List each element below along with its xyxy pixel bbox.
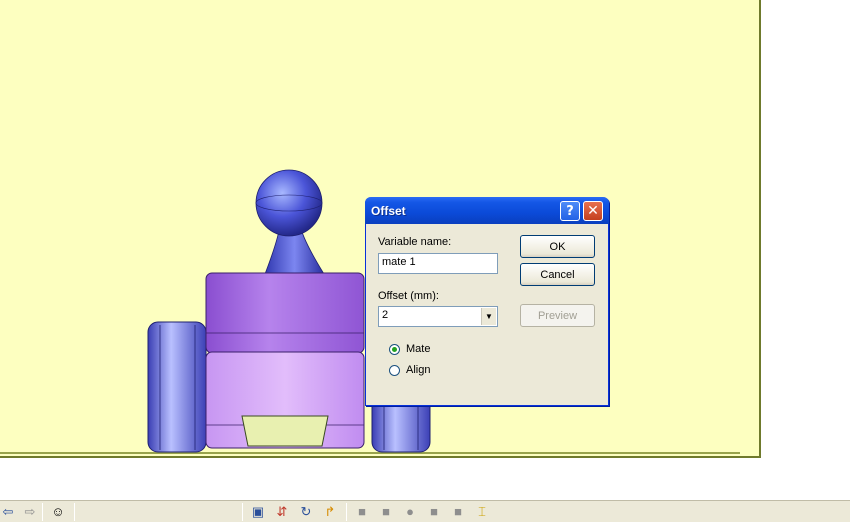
- back-arrow-icon[interactable]: ⇦: [0, 504, 16, 520]
- part-icon-2[interactable]: ■: [378, 504, 394, 520]
- radio-mate-label: Mate: [406, 343, 431, 355]
- front-plate[interactable]: [241, 415, 329, 447]
- help-icon: ?: [566, 203, 574, 219]
- ok-button[interactable]: OK: [520, 235, 595, 258]
- radio-align[interactable]: Align: [389, 364, 430, 376]
- left-wheel[interactable]: [147, 321, 207, 453]
- toolbar-separator: [346, 503, 347, 521]
- forward-arrow-icon[interactable]: ⇨: [22, 504, 38, 520]
- cancel-button[interactable]: Cancel: [520, 263, 595, 286]
- part-icon-3[interactable]: ●: [402, 504, 418, 520]
- preview-button-label: Preview: [537, 309, 578, 322]
- dialog-titlebar[interactable]: Offset ? ✕: [365, 197, 609, 224]
- part-icon-5[interactable]: ■: [450, 504, 466, 520]
- chevron-down-icon[interactable]: ▼: [481, 308, 496, 325]
- toolbar-separator: [42, 503, 43, 521]
- rotate-icon[interactable]: ↻: [298, 504, 314, 520]
- offset-label: Offset (mm):: [378, 290, 439, 302]
- offset-dialog: Offset ? ✕ Variable name: mate 1 Offset …: [365, 197, 609, 406]
- cancel-button-label: Cancel: [540, 268, 575, 281]
- radio-align-label: Align: [406, 364, 431, 376]
- close-button[interactable]: ✕: [583, 201, 603, 221]
- variable-name-value: mate 1: [382, 256, 416, 268]
- variable-name-label: Variable name:: [378, 236, 452, 248]
- part-icon-6[interactable]: ⌶: [474, 504, 490, 520]
- radio-mate-indicator[interactable]: [389, 343, 400, 355]
- part-icon-4[interactable]: ■: [426, 504, 442, 520]
- pawn-ball[interactable]: [255, 169, 323, 237]
- close-icon: ✕: [587, 203, 599, 219]
- variable-name-input[interactable]: mate 1: [378, 253, 498, 274]
- help-button[interactable]: ?: [560, 201, 580, 221]
- toolbar-separator: [74, 503, 75, 521]
- align-icon[interactable]: ⇵: [274, 504, 290, 520]
- ok-button-label: OK: [549, 240, 566, 253]
- radio-align-indicator[interactable]: [389, 364, 400, 376]
- smiley-icon[interactable]: ☺: [50, 504, 66, 520]
- tangent-icon[interactable]: ↱: [322, 504, 338, 520]
- part-icon-1[interactable]: ■: [354, 504, 370, 520]
- car-body-upper[interactable]: [205, 272, 365, 354]
- mate-icon[interactable]: ▣: [250, 504, 266, 520]
- offset-dropdown[interactable]: 2 ▼: [378, 306, 498, 327]
- offset-value: 2: [382, 309, 389, 321]
- toolbar-separator: [242, 503, 243, 521]
- bottom-toolbar: ⇦ ⇨ ☺ ▣ ⇵ ↻ ↱ ■ ■ ● ■ ■ ⌶: [0, 500, 850, 522]
- dialog-title: Offset: [371, 204, 406, 218]
- radio-mate[interactable]: Mate: [389, 343, 430, 355]
- preview-button[interactable]: Preview: [520, 304, 595, 327]
